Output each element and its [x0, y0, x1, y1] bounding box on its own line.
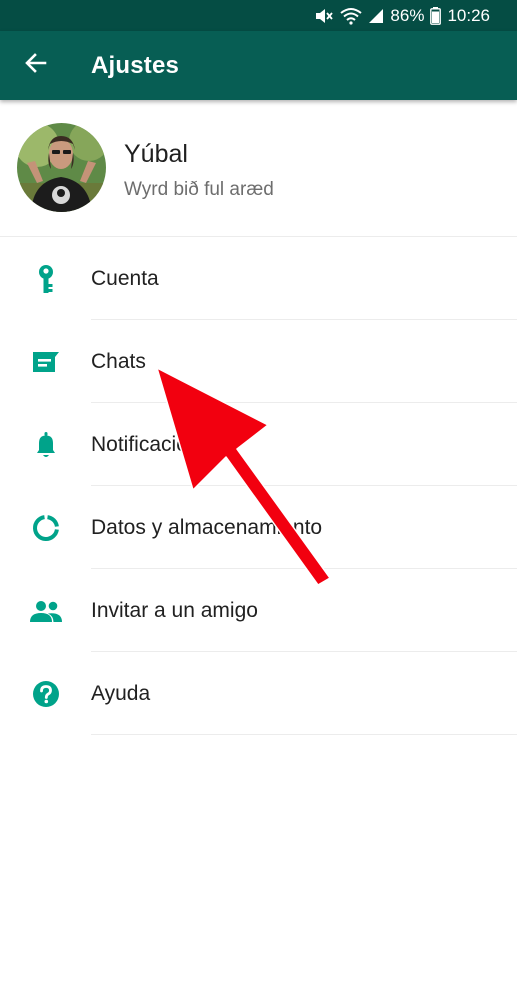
menu-item-cuenta[interactable]: Cuenta [0, 237, 517, 320]
status-icons: 86% 10:26 [314, 0, 490, 31]
people-icon [30, 596, 62, 626]
chat-icon [30, 347, 62, 377]
menu-item-label: Datos y almacenamiento [91, 516, 323, 539]
clock: 10:26 [447, 5, 490, 25]
profile-name: Yúbal [124, 140, 188, 168]
menu-item-datos[interactable]: Datos y almacenamiento [0, 486, 517, 569]
battery-level: 86% [390, 5, 425, 25]
menu-item-label: Notificaciones [91, 433, 222, 456]
mute-icon [314, 7, 334, 25]
menu-item-chats[interactable]: Chats [0, 320, 517, 403]
menu-item-invitar[interactable]: Invitar a un amigo [0, 569, 517, 652]
battery-icon [430, 6, 442, 25]
divider [91, 734, 517, 735]
menu-item-label: Chats [91, 350, 146, 373]
bell-icon [30, 430, 62, 460]
menu-item-notificaciones[interactable]: Notificaciones [0, 403, 517, 486]
back-button[interactable] [14, 43, 58, 87]
app-bar: Ajustes [0, 31, 517, 100]
help-icon [30, 679, 62, 709]
profile-status: Wyrd bið ful aræd [124, 179, 274, 200]
menu-item-label: Cuenta [91, 267, 159, 290]
page-title: Ajustes [91, 52, 180, 79]
menu-item-label: Invitar a un amigo [91, 599, 258, 622]
menu-item-ayuda[interactable]: Ayuda [0, 652, 517, 735]
arrow-left-icon [24, 51, 48, 80]
wifi-icon [340, 7, 363, 25]
menu-item-label: Ayuda [91, 682, 151, 705]
key-icon [30, 264, 62, 294]
data-usage-icon [30, 513, 62, 543]
status-bar: 86% 10:26 [0, 0, 517, 31]
avatar[interactable] [17, 123, 106, 212]
signal-icon [368, 8, 384, 24]
settings-menu: Cuenta Chats Notificaciones Datos y alma… [0, 237, 517, 735]
profile-row[interactable]: Yúbal Wyrd bið ful aræd [0, 100, 517, 237]
